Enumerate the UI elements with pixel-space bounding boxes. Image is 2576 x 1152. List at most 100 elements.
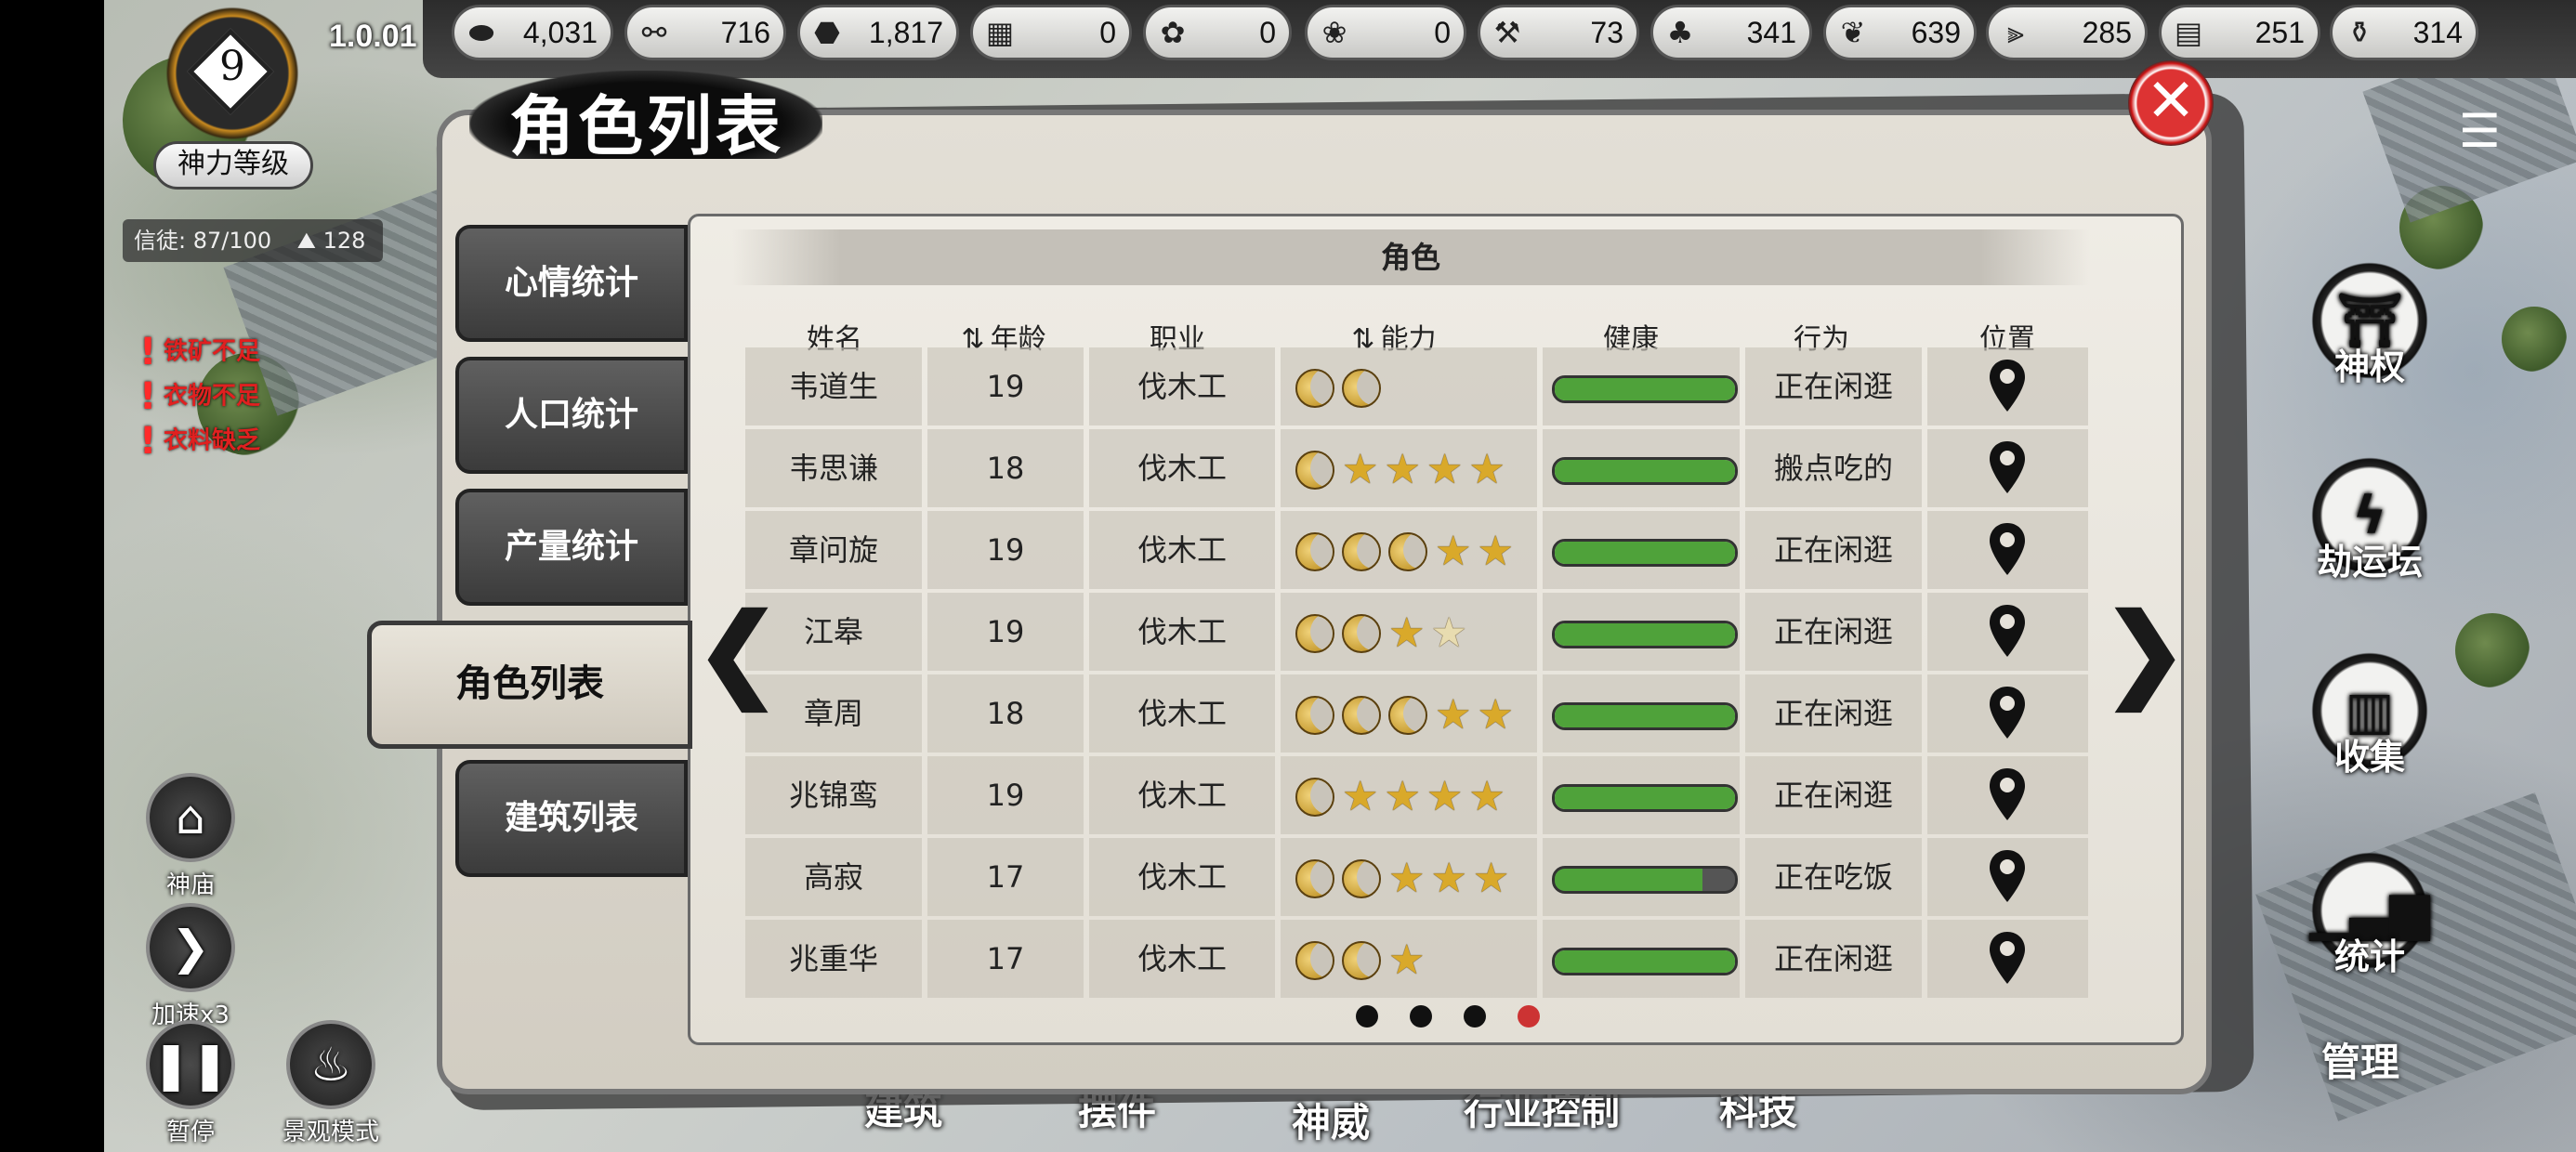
resource-value: 314 (2412, 16, 2463, 49)
table-row[interactable]: 章周 18 伐木工 ★ ★ 正在闲逛 (745, 674, 2088, 753)
prev-page-arrow[interactable]: ❮ (695, 591, 781, 711)
herb-icon: ♣ (1666, 15, 1694, 50)
wood-icon: ⚯ (641, 15, 667, 50)
moon-icon (1295, 532, 1334, 571)
god-level-medallion[interactable]: 9 (160, 4, 305, 143)
table-row[interactable]: 江皋 19 伐木工 ★ ★ 正在闲逛 (745, 593, 2088, 671)
health-bar-fill (1555, 950, 1735, 973)
resource-stone[interactable]: ⬬ 4,031 (452, 5, 613, 60)
scenic-mode-button[interactable]: ♨ 景观模式 (275, 1020, 387, 1147)
location-pin-icon[interactable] (1987, 358, 2028, 415)
table-row[interactable]: 章问旋 19 伐木工 ★ ★ 正在闲逛 (745, 511, 2088, 589)
health-bar-fill (1555, 542, 1735, 564)
character-action: 搬点吃的 (1745, 429, 1922, 507)
page-dot[interactable] (1518, 1005, 1540, 1028)
character-action: 正在闲逛 (1745, 756, 1922, 834)
warning-item[interactable]: ! 衣物不足 (139, 375, 260, 418)
star-icon: ★ (1388, 855, 1426, 902)
location-pin-icon[interactable] (1987, 848, 2028, 906)
tab-population-stats[interactable]: 人口统计 (455, 357, 688, 474)
character-location[interactable] (1927, 347, 2088, 425)
tab-character-list[interactable]: 角色列表 (367, 621, 692, 749)
resource-brick[interactable]: ▦ 0 (970, 5, 1132, 60)
ore-icon: ⬣ (814, 15, 840, 50)
character-ability: ★ ★ ★ ★ (1281, 756, 1537, 834)
character-age: 17 (927, 920, 1084, 998)
resource-cloth[interactable]: ❀ 0 (1305, 5, 1466, 60)
table-row[interactable]: 韦思谦 18 伐木工 ★ ★ ★ ★ 搬点吃的 (745, 429, 2088, 507)
wine-icon: ⚱ (2346, 15, 2372, 50)
moon-icon (1342, 614, 1381, 653)
manage-button[interactable]: 管理 (2321, 1031, 2399, 1088)
resource-value: 1,817 (868, 16, 943, 49)
character-age: 17 (927, 838, 1084, 916)
tab-building-list[interactable]: 建筑列表 (455, 760, 688, 877)
altar-button[interactable]: ϟ 劫运坛 (2305, 455, 2435, 584)
character-location[interactable] (1927, 511, 2088, 589)
table-row[interactable]: 韦道生 19 伐木工 正在闲逛 (745, 347, 2088, 425)
resource-value: 639 (1911, 16, 1961, 49)
temple-button[interactable]: ⌂ 神庙 (139, 773, 242, 900)
table-row[interactable]: 兆重华 17 伐木工 ★ 正在闲逛 (745, 920, 2088, 998)
warning-item[interactable]: ! 衣料缺乏 (139, 420, 260, 463)
moon-icon (1295, 696, 1334, 735)
speed-button[interactable]: ❯ 加速x3 (139, 903, 242, 1030)
moon-icon (1295, 778, 1334, 817)
location-pin-icon[interactable] (1987, 439, 2028, 497)
resource-ore[interactable]: ⬣ 1,817 (797, 5, 959, 60)
stats-button[interactable]: ▁▃▆ 统计 (2305, 850, 2435, 979)
followers-info: 信徒: 87/100 ⛰ 128 (123, 219, 383, 262)
moon-icon (1295, 941, 1334, 980)
god-level-button[interactable]: 神力等级 (153, 141, 313, 190)
health-bar (1552, 866, 1738, 894)
menu-icon[interactable]: ☰ (2459, 104, 2530, 158)
character-age: 18 (927, 429, 1084, 507)
character-location[interactable] (1927, 838, 2088, 916)
prayer-icon: ⛰ (296, 228, 316, 254)
character-location[interactable] (1927, 920, 2088, 998)
character-job: 伐木工 (1089, 347, 1275, 425)
tab-mood-stats[interactable]: 心情统计 (455, 225, 688, 342)
character-location[interactable] (1927, 674, 2088, 753)
resource-wine[interactable]: ⚱ 314 (2330, 5, 2478, 60)
star-icon: ★ (1388, 936, 1426, 984)
resource-leaf[interactable]: ❦ 639 (1823, 5, 1977, 60)
resource-furniture[interactable]: ▤ 251 (2159, 5, 2320, 60)
page-dot[interactable] (1356, 1005, 1378, 1028)
resource-flower[interactable]: ✿ 0 (1143, 5, 1292, 60)
location-pin-icon[interactable] (1987, 603, 2028, 661)
character-location[interactable] (1927, 593, 2088, 671)
resource-wood[interactable]: ⚯ 716 (624, 5, 786, 60)
section-header: 角色 (732, 229, 2089, 285)
resource-herb[interactable]: ♣ 341 (1650, 5, 1812, 60)
page-dot[interactable] (1464, 1005, 1486, 1028)
resource-hammer[interactable]: ⚒ 73 (1478, 5, 1639, 60)
character-health-cell (1543, 920, 1740, 998)
table-row[interactable]: 高寂 17 伐木工 ★ ★ ★ 正在吃饭 (745, 838, 2088, 916)
resource-grain[interactable]: ⫸ 285 (1986, 5, 2148, 60)
character-action: 正在闲逛 (1745, 920, 1922, 998)
character-health-cell (1543, 429, 1740, 507)
health-bar-fill (1555, 705, 1735, 727)
character-age: 19 (927, 756, 1084, 834)
next-page-arrow[interactable]: ❯ (2102, 591, 2188, 711)
warning-item[interactable]: ! 铁矿不足 (139, 331, 260, 373)
leaf-icon: ❦ (1840, 15, 1866, 50)
location-pin-icon[interactable] (1987, 521, 2028, 579)
divine-power-button[interactable]: ⛩ 神权 (2305, 260, 2435, 389)
location-pin-icon[interactable] (1987, 685, 2028, 742)
character-action: 正在闲逛 (1745, 347, 1922, 425)
star-icon: ★ (1388, 609, 1426, 657)
character-location[interactable] (1927, 429, 2088, 507)
pause-button[interactable]: ❚❚ 暂停 (139, 1020, 242, 1147)
tab-production-stats[interactable]: 产量统计 (455, 489, 688, 606)
followers-count: 信徒: 87/100 (134, 228, 272, 254)
table-row[interactable]: 兆锦鸾 19 伐木工 ★ ★ ★ ★ 正在闲逛 (745, 756, 2088, 834)
character-location[interactable] (1927, 756, 2088, 834)
close-button[interactable]: ✕ (2128, 60, 2214, 146)
location-pin-icon[interactable] (1987, 930, 2028, 988)
resource-value: 0 (1099, 16, 1116, 49)
page-dot[interactable] (1410, 1005, 1432, 1028)
collect-button[interactable]: ▥ 收集 (2305, 650, 2435, 779)
location-pin-icon[interactable] (1987, 766, 2028, 824)
